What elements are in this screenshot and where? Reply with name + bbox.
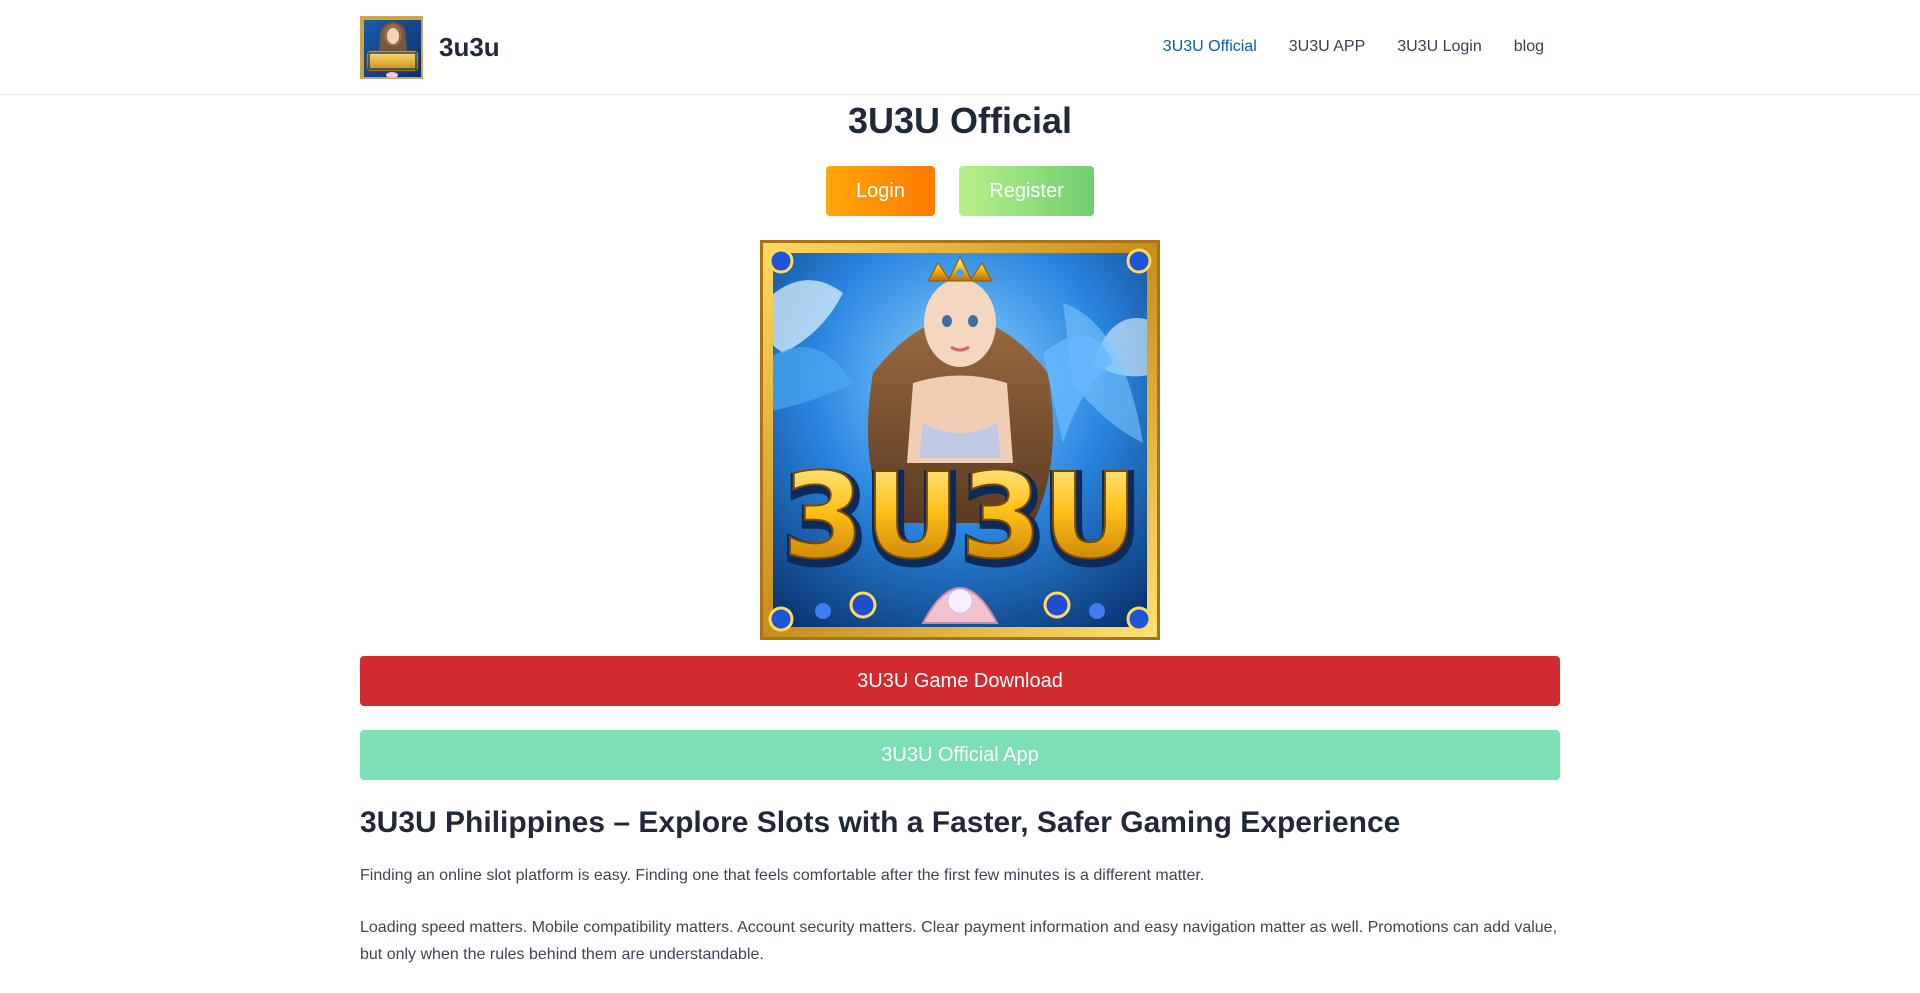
nav-item-blog[interactable]: blog <box>1514 37 1544 57</box>
intro-paragraph: Finding an online slot platform is easy.… <box>360 867 1205 884</box>
register-button[interactable]: Register <box>959 166 1094 216</box>
details-paragraph: Loading speed matters. Mobile compatibil… <box>360 919 1558 963</box>
nav-item-official[interactable]: 3U3U Official <box>1163 37 1257 57</box>
site-logo[interactable] <box>360 16 423 79</box>
hero-logo-text: 3U3U <box>782 447 1138 585</box>
hero-image: 3U3U 3U3U <box>760 240 1160 640</box>
main-nav: 3U3U Official 3U3U APP 3U3U Login blog <box>1163 37 1544 57</box>
nav-item-login[interactable]: 3U3U Login <box>1397 37 1482 57</box>
page-title: 3U3U Official <box>847 100 1073 141</box>
nav-item-app[interactable]: 3U3U APP <box>1289 37 1365 57</box>
official-app-button[interactable]: 3U3U Official App <box>360 730 1560 780</box>
hero-artwork: 3U3U 3U3U <box>763 243 1157 637</box>
section-heading: 3U3U Philippines – Explore Slots with a … <box>360 806 1401 839</box>
site-header: 3u3u 3U3U Official 3U3U APP 3U3U Login b… <box>0 0 1920 95</box>
brand-name[interactable]: 3u3u <box>439 32 500 62</box>
login-button[interactable]: Login <box>826 166 935 216</box>
site-logo-image <box>361 17 422 78</box>
game-download-button[interactable]: 3U3U Game Download <box>360 656 1560 706</box>
